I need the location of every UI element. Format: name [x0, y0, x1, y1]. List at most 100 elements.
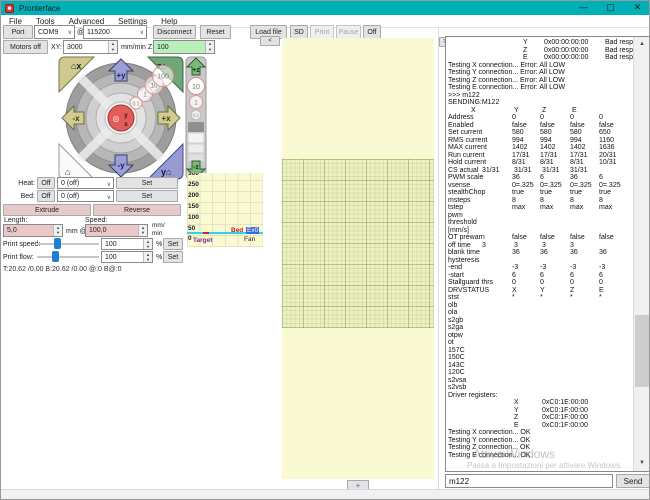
log-line: Run current17/3117/3117/3120/31 — [448, 152, 631, 160]
print-speed-stepper[interactable]: 100 ▲▼ — [101, 238, 153, 250]
log-line: hysteresis — [448, 257, 631, 265]
log-line: Z0xC0:1F:00:00 — [448, 414, 631, 422]
log-output: Y0x00:00:00:00Bad response!Z0x00:00:00:0… — [448, 39, 631, 471]
print-flow-slider[interactable] — [37, 251, 99, 262]
bed-preset-select[interactable]: 0 (off)∨ — [57, 190, 114, 202]
heat-preset-select[interactable]: 0 (off)∨ — [57, 177, 114, 189]
window-title: Pronterface — [19, 4, 60, 13]
port-select[interactable]: COM9∨ — [34, 25, 75, 39]
log-line: CS actual31/3131/3131/3131/31 — [448, 167, 631, 175]
scrollbar-thumb[interactable] — [635, 315, 649, 387]
spinner-arrows-icon[interactable]: ▲▼ — [205, 41, 214, 53]
legend-target: Target — [193, 237, 212, 244]
minus-z-label: -z — [193, 164, 199, 171]
log-line: -end-3-3-3-3 — [448, 264, 631, 272]
log-console: Y0x00:00:00:00Bad response!Z0x00:00:00:0… — [445, 36, 650, 472]
extrude-speed-stepper[interactable]: 100,0▲▼ — [85, 224, 148, 237]
slider-thumb[interactable] — [52, 251, 59, 262]
minimize-icon[interactable]: — — [570, 1, 597, 15]
print-speed-set-button[interactable]: Set — [163, 238, 183, 250]
scroll-down-icon[interactable]: ▼ — [634, 456, 650, 471]
log-line: ot — [448, 339, 631, 347]
slider-thumb[interactable] — [54, 238, 61, 249]
xy-jog-pad: ⌂x z⌂ ⌂ y⌂ +y -y -x +x 0.1 1 10 100 ◎ y … — [58, 56, 184, 180]
log-line: Testing X connection... OK — [448, 429, 631, 437]
log-line: Testing X connection... Error: All LOW — [448, 62, 631, 70]
reverse-button[interactable]: Reverse — [93, 204, 181, 216]
z-speed-value: 100 — [157, 44, 169, 51]
spinner-arrows-icon[interactable]: ▲▼ — [108, 41, 117, 53]
status-bar — [1, 489, 650, 500]
log-line: Testing Z connection... Error: All LOW — [448, 77, 631, 85]
spinner-arrows-icon[interactable]: ▲▼ — [138, 225, 147, 236]
baud-value: 115200 — [87, 29, 110, 36]
viewer-prev-button[interactable]: < — [260, 36, 280, 46]
log-line: vsense0=.3250=.3250=.3250=.325 — [448, 182, 631, 190]
bed-off-button[interactable]: Off — [37, 190, 55, 202]
baud-select[interactable]: 115200∨ — [83, 25, 147, 39]
print-speed-slider[interactable] — [37, 238, 99, 249]
off-button[interactable]: Off — [363, 25, 381, 39]
log-line: tstepmaxmaxmaxmax — [448, 204, 631, 212]
heat-preset-value: 0 (off) — [61, 180, 79, 187]
log-line: olb — [448, 302, 631, 310]
scroll-up-icon[interactable]: ▲ — [634, 37, 650, 52]
y-tick: 0 — [188, 235, 192, 242]
motors-off-button[interactable]: Motors off — [3, 40, 48, 54]
maximize-icon[interactable]: ▢ — [597, 1, 624, 15]
log-line: msteps8888 — [448, 197, 631, 205]
close-icon[interactable]: ✕ — [624, 1, 650, 15]
gcode-viewer-canvas[interactable] — [282, 38, 434, 479]
spinner-arrows-icon[interactable]: ▲▼ — [143, 239, 152, 249]
port-button[interactable]: Port — [3, 25, 33, 39]
log-line: RMS current9949949941160 — [448, 137, 631, 145]
log-line: s2vsa — [448, 377, 631, 385]
center-dot-icon: ◎ — [113, 114, 120, 123]
z-bar-segment[interactable] — [188, 122, 204, 132]
log-line: Z0x00:00:00:00Bad response! — [448, 47, 631, 55]
gcode-command-input[interactable] — [445, 474, 613, 488]
xy-speed-label: XY: — [51, 44, 62, 51]
print-flow-stepper[interactable]: 100▲▼ — [101, 251, 153, 263]
xy-speed-stepper[interactable]: 3000▲▼ — [63, 40, 118, 54]
send-button[interactable]: Send — [616, 474, 650, 488]
heat-off-button[interactable]: Off — [37, 177, 55, 189]
z-bar-segment[interactable] — [188, 144, 204, 153]
z-bar-segment[interactable] — [188, 154, 204, 161]
print-speed-value: 100 — [105, 241, 117, 248]
z-speed-label: mm/min Z: — [121, 44, 154, 51]
home-x-label: ⌂x — [71, 61, 81, 71]
disconnect-button[interactable]: Disconnect — [153, 25, 196, 39]
z-speed-stepper[interactable]: 100 ▲▼ — [153, 40, 215, 54]
z-bar-segment[interactable] — [188, 133, 204, 143]
log-line: Driver registers: — [448, 392, 631, 400]
length-value: 5,0 — [7, 227, 17, 234]
log-line: Y0x00:00:00:00Bad response! — [448, 39, 631, 47]
log-scrollbar[interactable]: ▲ ▼ — [633, 37, 649, 471]
mm-min-label-1: mm/ — [152, 222, 165, 229]
sd-button[interactable]: SD — [290, 25, 308, 39]
log-line: threshold — [448, 219, 631, 227]
log-line: DRVSTATUSXYZE — [448, 287, 631, 295]
extrude-button[interactable]: Extrude — [3, 204, 91, 216]
print-flow-set-button[interactable]: Set — [163, 251, 183, 263]
spinner-arrows-icon[interactable]: ▲▼ — [53, 225, 62, 236]
bed-set-button[interactable]: Set — [116, 190, 178, 202]
legend-bed: Bed — [231, 227, 243, 234]
percent-label: % — [156, 241, 162, 248]
slider-track — [37, 243, 99, 245]
log-line: 143C — [448, 362, 631, 370]
slider-track — [37, 256, 99, 258]
log-line: Set current580580580650 — [448, 129, 631, 137]
extrude-length-stepper[interactable]: 5,0 ▲▼ — [3, 224, 63, 237]
heat-set-button[interactable]: Set — [116, 177, 178, 189]
log-line: X0xC0:1E:00:00 — [448, 399, 631, 407]
log-line: pwm — [448, 212, 631, 220]
windows-watermark-line1: Attiva Windows — [473, 447, 555, 461]
print-bed-grid — [282, 159, 434, 328]
log-line: >>> m122 — [448, 92, 631, 100]
reset-button[interactable]: Reset — [200, 25, 231, 39]
chevron-down-icon: ∨ — [107, 194, 111, 201]
spinner-arrows-icon[interactable]: ▲▼ — [143, 252, 152, 262]
log-line: SENDING:M122 — [448, 99, 631, 107]
